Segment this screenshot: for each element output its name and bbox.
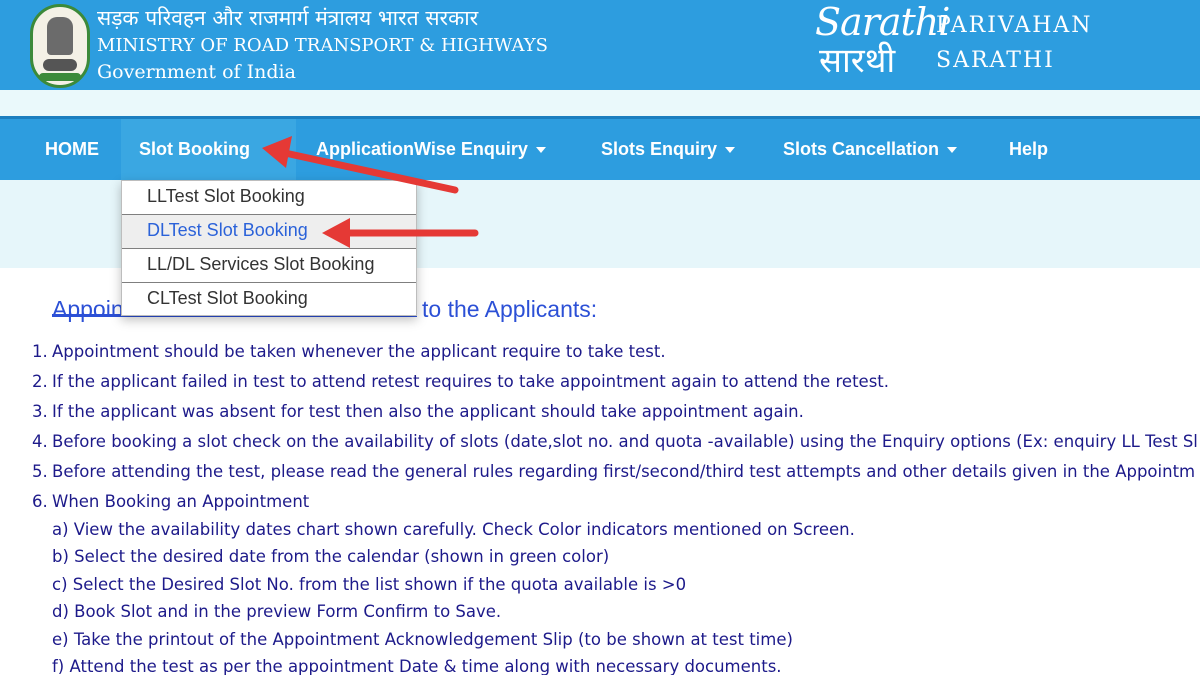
header-divider-strip — [0, 90, 1200, 116]
nav-slots-enquiry[interactable]: Slots Enquiry — [601, 119, 736, 180]
instruction-subitem: e) Take the printout of the Appointment … — [52, 630, 793, 649]
menu-item-dltest-slot-booking[interactable]: DLTest Slot Booking — [122, 215, 416, 249]
instruction-item: 6. When Booking an Appointment — [32, 492, 310, 511]
ministry-title-hindi: सड़क परिवहन और राजमार्ग मंत्रालय भारत सर… — [97, 6, 479, 30]
nav-applicationwise-enquiry-label: ApplicationWise Enquiry — [316, 139, 528, 159]
brand-parivahan: PARIVAHAN — [936, 13, 1093, 38]
national-emblem-icon — [30, 4, 90, 88]
site-header: सड़क परिवहन और राजमार्ग मंत्रालय भारत सर… — [0, 0, 1200, 90]
chevron-down-icon — [947, 147, 958, 154]
menu-item-cltest-slot-booking[interactable]: CLTest Slot Booking — [122, 283, 416, 317]
instruction-subitem: b) Select the desired date from the cale… — [52, 547, 610, 566]
instruction-subitem: a) View the availability dates chart sho… — [52, 520, 855, 539]
nav-slots-cancellation[interactable]: Slots Cancellation — [783, 119, 958, 180]
nav-slot-booking-label: Slot Booking — [139, 139, 250, 159]
instruction-item: 4. Before booking a slot check on the ava… — [32, 432, 1198, 451]
page-title-start: Appoin — [52, 296, 124, 322]
brand-sarathi: SARATHI — [936, 48, 1055, 73]
chevron-down-icon — [535, 147, 546, 154]
instruction-subitem: d) Book Slot and in the preview Form Con… — [52, 602, 502, 621]
sarathi-logo-hindi: सारथी — [819, 41, 896, 81]
government-of-india-label: Government of India — [97, 61, 296, 83]
nav-home[interactable]: HOME — [45, 119, 99, 180]
instruction-subitem: f) Attend the test as per the appointmen… — [52, 657, 782, 675]
page-title: Appoin to the Applicants: — [52, 296, 597, 323]
instruction-item: 2. If the applicant failed in test to att… — [32, 372, 890, 391]
nav-applicationwise-enquiry[interactable]: ApplicationWise Enquiry — [316, 119, 546, 180]
instruction-item: 1. Appointment should be taken whenever t… — [32, 342, 666, 361]
ministry-title-english: MINISTRY OF ROAD TRANSPORT & HIGHWAYS — [97, 35, 548, 56]
instruction-item: 5. Before attending the test, please read… — [32, 462, 1196, 481]
slot-booking-dropdown: LLTest Slot Booking DLTest Slot Booking … — [121, 180, 417, 316]
instruction-item: 3. If the applicant was absent for test t… — [32, 402, 804, 421]
nav-slots-cancellation-label: Slots Cancellation — [783, 139, 940, 159]
instruction-subitem: c) Select the Desired Slot No. from the … — [52, 575, 687, 594]
nav-slots-enquiry-label: Slots Enquiry — [601, 139, 718, 159]
page-title-end: to the Applicants: — [422, 296, 598, 322]
main-nav: HOME Slot Booking ApplicationWise Enquir… — [0, 116, 1200, 180]
sarathi-logo[interactable]: Sarathi सारथी — [815, 0, 950, 82]
menu-item-lldl-services-slot-booking[interactable]: LL/DL Services Slot Booking — [122, 249, 416, 283]
chevron-down-icon — [725, 147, 736, 154]
nav-help[interactable]: Help — [1009, 119, 1048, 180]
menu-item-lltest-slot-booking[interactable]: LLTest Slot Booking — [122, 181, 416, 215]
nav-slot-booking[interactable]: Slot Booking — [121, 119, 296, 180]
